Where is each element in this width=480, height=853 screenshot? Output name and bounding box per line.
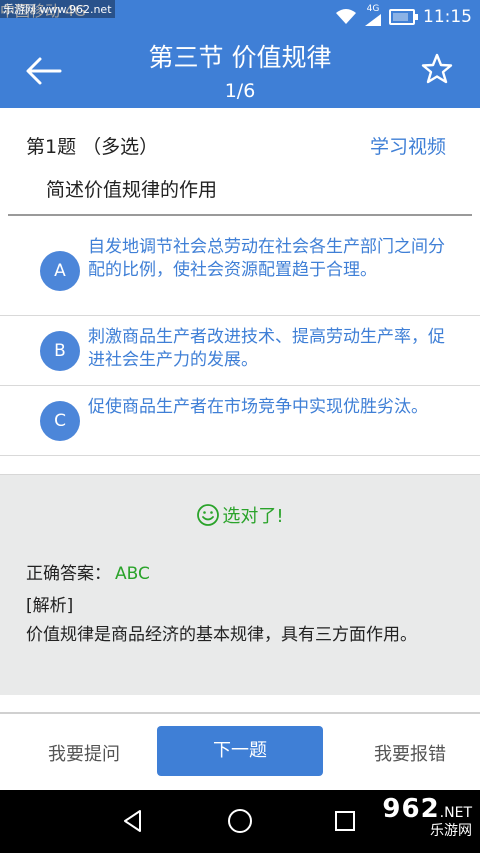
question-text: 简述价值规律的作用 xyxy=(46,179,218,201)
correct-answer-label: 正确答案： xyxy=(26,564,111,584)
network-indicator: 4G xyxy=(365,5,381,29)
smiley-icon xyxy=(197,504,220,526)
app-header: 第三节 价值规律 1/6 xyxy=(0,34,480,108)
page-title: 第三节 价值规律 xyxy=(148,43,332,72)
analysis-text: 价值规律是商品经济的基本规律，具有三方面作用。 xyxy=(26,625,417,645)
star-icon[interactable] xyxy=(420,52,454,86)
battery-icon xyxy=(389,9,418,25)
analysis-title: [解析] xyxy=(26,596,74,616)
question-header: 第1题 （多选） 学习视频 xyxy=(0,124,480,164)
brand-number: 962 xyxy=(382,794,440,824)
next-question-button[interactable]: 下一题 xyxy=(157,726,323,776)
home-circle-icon[interactable] xyxy=(225,806,255,836)
clock: 11:15 xyxy=(423,7,472,27)
option-a[interactable]: A 自发地调节社会总劳动在社会各生产部门之间分配的比例，使社会资源配置趋于合理。 xyxy=(0,226,480,316)
option-letter: B xyxy=(40,331,80,371)
result-text: 选对了! xyxy=(222,506,284,527)
signal-icon xyxy=(365,14,381,26)
watermark: 乐游网 www.962.net xyxy=(0,0,115,18)
option-text: 自发地调节社会总劳动在社会各生产部门之间分配的比例，使社会资源配置趋于合理。 xyxy=(88,237,445,280)
brand-name: 乐游网 xyxy=(430,823,472,839)
system-nav-bar: 962.NET 乐游网 xyxy=(0,790,480,853)
correct-answer: 正确答案： ABC xyxy=(26,559,150,584)
wifi-icon xyxy=(336,9,356,24)
question-counter: 1/6 xyxy=(224,80,256,102)
question-number: 第1题 （多选） xyxy=(26,136,159,158)
option-list: A 自发地调节社会总劳动在社会各生产部门之间分配的比例，使社会资源配置趋于合理。… xyxy=(0,226,480,456)
option-letter: C xyxy=(40,401,80,441)
result-message: 选对了! xyxy=(0,502,480,528)
option-text: 促使商品生产者在市场竞争中实现优胜劣汰。 xyxy=(88,397,428,417)
study-video-link[interactable]: 学习视频 xyxy=(370,132,446,159)
option-letter: A xyxy=(40,251,80,291)
network-type: 4G xyxy=(366,4,380,14)
report-error-button[interactable]: 我要报错 xyxy=(374,740,446,766)
bottom-action-bar: 我要提问 下一题 我要报错 xyxy=(0,714,480,790)
option-text: 刺激商品生产者改进技术、提高劳动生产率，促进社会生产力的发展。 xyxy=(88,327,445,370)
brand-suffix: .NET xyxy=(439,805,472,821)
option-b[interactable]: B 刺激商品生产者改进技术、提高劳动生产率，促进社会生产力的发展。 xyxy=(0,316,480,386)
answer-panel: 选对了! 正确答案： ABC [解析] 价值规律是商品经济的基本规律，具有三方面作… xyxy=(0,474,480,695)
option-c[interactable]: C 促使商品生产者在市场竞争中实现优胜劣汰。 xyxy=(0,386,480,456)
back-triangle-icon[interactable] xyxy=(118,806,148,836)
brand-logo: 962.NET 乐游网 xyxy=(382,796,472,840)
correct-answer-value: ABC xyxy=(115,564,150,584)
divider xyxy=(8,214,472,216)
ask-question-button[interactable]: 我要提问 xyxy=(48,740,120,766)
status-icons: 4G 11:15 xyxy=(335,4,472,30)
status-bar: 中国移动 4G 乐游网 www.962.net 4G 11:15 xyxy=(0,0,480,34)
recents-square-icon[interactable] xyxy=(330,806,360,836)
